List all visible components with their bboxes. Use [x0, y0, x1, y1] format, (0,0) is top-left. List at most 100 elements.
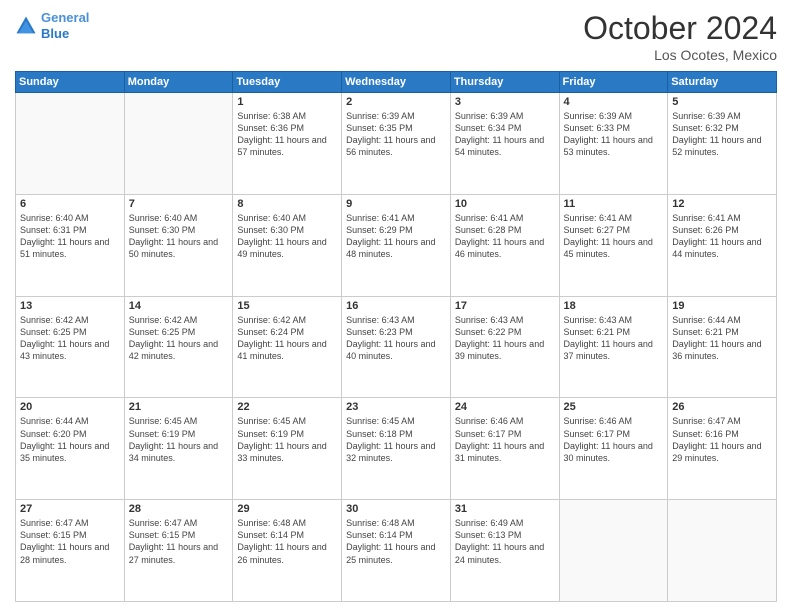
day-info: Sunrise: 6:47 AM Sunset: 6:16 PM Dayligh…: [672, 415, 772, 464]
calendar-cell: 29 Sunrise: 6:48 AM Sunset: 6:14 PM Dayli…: [233, 500, 342, 602]
calendar-cell: 28 Sunrise: 6:47 AM Sunset: 6:15 PM Dayli…: [124, 500, 233, 602]
calendar-cell: 9 Sunrise: 6:41 AM Sunset: 6:29 PM Daylig…: [342, 194, 451, 296]
day-number: 18: [564, 300, 664, 312]
week-row-0: 1 Sunrise: 6:38 AM Sunset: 6:36 PM Daylig…: [16, 93, 777, 195]
calendar-cell: 12 Sunrise: 6:41 AM Sunset: 6:26 PM Dayli…: [668, 194, 777, 296]
day-info: Sunrise: 6:41 AM Sunset: 6:29 PM Dayligh…: [346, 212, 446, 261]
calendar-cell: 2 Sunrise: 6:39 AM Sunset: 6:35 PM Daylig…: [342, 93, 451, 195]
day-number: 12: [672, 198, 772, 210]
day-info: Sunrise: 6:48 AM Sunset: 6:14 PM Dayligh…: [237, 517, 337, 566]
calendar-cell: 30 Sunrise: 6:48 AM Sunset: 6:14 PM Dayli…: [342, 500, 451, 602]
day-info: Sunrise: 6:42 AM Sunset: 6:25 PM Dayligh…: [20, 314, 120, 363]
calendar-cell: [124, 93, 233, 195]
day-number: 6: [20, 198, 120, 210]
day-info: Sunrise: 6:47 AM Sunset: 6:15 PM Dayligh…: [129, 517, 229, 566]
day-info: Sunrise: 6:40 AM Sunset: 6:31 PM Dayligh…: [20, 212, 120, 261]
calendar-cell: 8 Sunrise: 6:40 AM Sunset: 6:30 PM Daylig…: [233, 194, 342, 296]
day-info: Sunrise: 6:39 AM Sunset: 6:35 PM Dayligh…: [346, 110, 446, 159]
day-number: 31: [455, 503, 555, 515]
day-number: 4: [564, 96, 664, 108]
day-info: Sunrise: 6:45 AM Sunset: 6:18 PM Dayligh…: [346, 415, 446, 464]
calendar-cell: [16, 93, 125, 195]
header-row: Sunday Monday Tuesday Wednesday Thursday…: [16, 72, 777, 93]
day-number: 1: [237, 96, 337, 108]
calendar-cell: 7Sunrise: 6:40 AM Sunset: 6:30 PM Daylig…: [124, 194, 233, 296]
day-number: 8: [237, 198, 337, 210]
day-number: 3: [455, 96, 555, 108]
calendar-cell: 3 Sunrise: 6:39 AM Sunset: 6:34 PM Daylig…: [450, 93, 559, 195]
day-info: Sunrise: 6:42 AM Sunset: 6:24 PM Dayligh…: [237, 314, 337, 363]
calendar-cell: 4 Sunrise: 6:39 AM Sunset: 6:33 PM Daylig…: [559, 93, 668, 195]
calendar-cell: 19 Sunrise: 6:44 AM Sunset: 6:21 PM Dayli…: [668, 296, 777, 398]
day-number: 27: [20, 503, 120, 515]
day-number: 21: [129, 401, 229, 413]
calendar-table: Sunday Monday Tuesday Wednesday Thursday…: [15, 71, 777, 602]
day-number: 22: [237, 401, 337, 413]
col-sunday: Sunday: [16, 72, 125, 93]
header: General Blue October 2024 Los Ocotes, Me…: [15, 10, 777, 63]
day-number: 20: [20, 401, 120, 413]
day-number: 24: [455, 401, 555, 413]
logo-text: General Blue: [41, 10, 89, 41]
day-number: 25: [564, 401, 664, 413]
day-number: 2: [346, 96, 446, 108]
day-number: 15: [237, 300, 337, 312]
day-info: Sunrise: 6:47 AM Sunset: 6:15 PM Dayligh…: [20, 517, 120, 566]
day-number: 28: [129, 503, 229, 515]
day-info: Sunrise: 6:39 AM Sunset: 6:33 PM Dayligh…: [564, 110, 664, 159]
day-info: Sunrise: 6:41 AM Sunset: 6:26 PM Dayligh…: [672, 212, 772, 261]
day-info: Sunrise: 6:43 AM Sunset: 6:23 PM Dayligh…: [346, 314, 446, 363]
day-info: Sunrise: 6:43 AM Sunset: 6:22 PM Dayligh…: [455, 314, 555, 363]
logo-icon: [15, 15, 37, 37]
week-row-1: 6 Sunrise: 6:40 AM Sunset: 6:31 PM Daylig…: [16, 194, 777, 296]
calendar-cell: 6 Sunrise: 6:40 AM Sunset: 6:31 PM Daylig…: [16, 194, 125, 296]
day-info: Sunrise: 6:41 AM Sunset: 6:28 PM Dayligh…: [455, 212, 555, 261]
day-info: Sunrise: 6:40 AM Sunset: 6:30 PM Dayligh…: [237, 212, 337, 261]
day-number: 7: [129, 198, 229, 210]
calendar-cell: 14Sunrise: 6:42 AM Sunset: 6:25 PM Dayli…: [124, 296, 233, 398]
day-info: Sunrise: 6:45 AM Sunset: 6:19 PM Dayligh…: [129, 415, 229, 464]
col-wednesday: Wednesday: [342, 72, 451, 93]
day-info: Sunrise: 6:39 AM Sunset: 6:34 PM Dayligh…: [455, 110, 555, 159]
day-info: Sunrise: 6:39 AM Sunset: 6:32 PM Dayligh…: [672, 110, 772, 159]
calendar-cell: 27 Sunrise: 6:47 AM Sunset: 6:15 PM Dayli…: [16, 500, 125, 602]
day-info: Sunrise: 6:43 AM Sunset: 6:21 PM Dayligh…: [564, 314, 664, 363]
day-info: Sunrise: 6:41 AM Sunset: 6:27 PM Dayligh…: [564, 212, 664, 261]
col-saturday: Saturday: [668, 72, 777, 93]
day-number: 19: [672, 300, 772, 312]
calendar-cell: 5 Sunrise: 6:39 AM Sunset: 6:32 PM Daylig…: [668, 93, 777, 195]
calendar-cell: 1 Sunrise: 6:38 AM Sunset: 6:36 PM Daylig…: [233, 93, 342, 195]
day-info: Sunrise: 6:44 AM Sunset: 6:20 PM Dayligh…: [20, 415, 120, 464]
col-friday: Friday: [559, 72, 668, 93]
day-info: Sunrise: 6:46 AM Sunset: 6:17 PM Dayligh…: [564, 415, 664, 464]
logo: General Blue: [15, 10, 89, 41]
day-number: 23: [346, 401, 446, 413]
day-number: 5: [672, 96, 772, 108]
calendar-cell: [668, 500, 777, 602]
calendar-cell: 17 Sunrise: 6:43 AM Sunset: 6:22 PM Dayli…: [450, 296, 559, 398]
calendar-cell: 25 Sunrise: 6:46 AM Sunset: 6:17 PM Dayli…: [559, 398, 668, 500]
calendar-cell: 21 Sunrise: 6:45 AM Sunset: 6:19 PM Dayli…: [124, 398, 233, 500]
day-info: Sunrise: 6:42 AM Sunset: 6:25 PM Dayligh…: [129, 314, 229, 363]
day-number: 16: [346, 300, 446, 312]
calendar-cell: 10Sunrise: 6:41 AM Sunset: 6:28 PM Dayli…: [450, 194, 559, 296]
day-number: 30: [346, 503, 446, 515]
location: Los Ocotes, Mexico: [583, 47, 777, 63]
calendar-cell: 11 Sunrise: 6:41 AM Sunset: 6:27 PM Dayli…: [559, 194, 668, 296]
day-info: Sunrise: 6:45 AM Sunset: 6:19 PM Dayligh…: [237, 415, 337, 464]
day-number: 29: [237, 503, 337, 515]
calendar-cell: 16 Sunrise: 6:43 AM Sunset: 6:23 PM Dayli…: [342, 296, 451, 398]
day-info: Sunrise: 6:48 AM Sunset: 6:14 PM Dayligh…: [346, 517, 446, 566]
calendar-cell: 18 Sunrise: 6:43 AM Sunset: 6:21 PM Dayli…: [559, 296, 668, 398]
col-monday: Monday: [124, 72, 233, 93]
title-section: October 2024 Los Ocotes, Mexico: [583, 10, 777, 63]
day-info: Sunrise: 6:38 AM Sunset: 6:36 PM Dayligh…: [237, 110, 337, 159]
month-title: October 2024: [583, 10, 777, 47]
col-thursday: Thursday: [450, 72, 559, 93]
day-number: 11: [564, 198, 664, 210]
day-number: 17: [455, 300, 555, 312]
day-number: 9: [346, 198, 446, 210]
day-info: Sunrise: 6:44 AM Sunset: 6:21 PM Dayligh…: [672, 314, 772, 363]
day-info: Sunrise: 6:49 AM Sunset: 6:13 PM Dayligh…: [455, 517, 555, 566]
page: General Blue October 2024 Los Ocotes, Me…: [0, 0, 792, 612]
